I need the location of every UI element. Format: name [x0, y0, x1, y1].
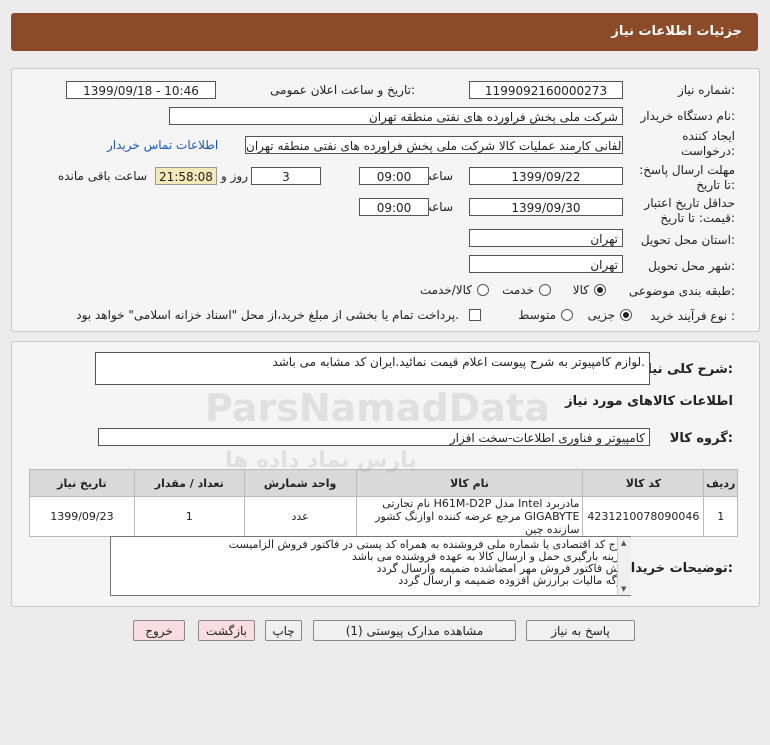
- category-radio-service[interactable]: [539, 284, 551, 296]
- category-option-both: کالا/خدمت: [419, 283, 472, 297]
- category-label: طبقه بندی موضوعی:: [628, 284, 735, 298]
- buyer-org-label: نام دستگاه خریدار:: [640, 109, 736, 123]
- province-label: استان محل تحویل:: [640, 233, 735, 247]
- note-line: برگه مالیات برارزش افزوده ضمیمه و ارسال …: [398, 574, 626, 587]
- col-name: نام کالا: [355, 469, 584, 497]
- announce-field: 1399/09/18 - 10:46: [66, 81, 216, 99]
- summary-label: شرح کلی نیاز:: [639, 362, 733, 377]
- announce-label: تاریخ و ساعت اعلان عمومی:: [270, 83, 415, 97]
- col-qty: تعداد / مقدار: [133, 469, 245, 497]
- table-row[interactable]: 1 4231210078090046 مادربرد Intel مدل H61…: [29, 496, 738, 537]
- table-header-row: ردیف کد کالا نام کالا واحد شمارش تعداد /…: [29, 469, 738, 497]
- cell-unit: عدد: [243, 496, 357, 537]
- category-option-goods: کالا: [572, 283, 589, 297]
- treasury-payment-note: پرداخت تمام یا بخشی از مبلغ خرید،از محل …: [76, 308, 459, 322]
- remaining-label: ساعت باقی مانده: [57, 169, 147, 183]
- buyer-notes-box[interactable]: درج کد اقتصادی یا شماره ملی فروشنده به ه…: [110, 536, 631, 596]
- province-field: تهران: [469, 229, 623, 247]
- need-details-panel: شماره نیاز: 1199092160000273 تاریخ و ساع…: [11, 68, 760, 332]
- validity-label: حداقل تاریخ اعتبار قیمت: تا تاریخ:: [644, 196, 735, 225]
- city-label: شهر محل تحویل:: [648, 259, 735, 273]
- deadline-date-field: 1399/09/22: [469, 167, 623, 185]
- page-header: جزئیات اطلاعات نیاز: [11, 13, 758, 51]
- deadline-time-field: 09:00: [359, 167, 429, 185]
- exit-button[interactable]: خروج: [133, 620, 185, 641]
- process-radio-minor[interactable]: [620, 309, 632, 321]
- buyer-org-field: شرکت ملی پخش فراورده های نفتی منطقه تهرا…: [169, 107, 623, 125]
- reply-button[interactable]: پاسخ به نیاز: [526, 620, 635, 641]
- cell-row: 1: [703, 496, 738, 537]
- print-button[interactable]: چاپ: [265, 620, 302, 641]
- validity-time-field: 09:00: [359, 198, 429, 216]
- cell-name: مادربرد Intel مدل H61M-D2P نام تجارتی GI…: [355, 496, 584, 537]
- creator-field: مهدی دلفانی کارمند عملیات کالا شرکت ملی …: [245, 136, 623, 154]
- day-label: روز و: [221, 169, 248, 183]
- process-radio-medium[interactable]: [561, 309, 573, 321]
- category-radio-both[interactable]: [477, 284, 489, 296]
- cell-code: 4231210078090046: [582, 496, 705, 537]
- col-row: ردیف: [703, 469, 738, 497]
- deadline-label: مهلت ارسال پاسخ: تا تاریخ:: [639, 163, 735, 192]
- cell-date: 1399/09/23: [29, 496, 135, 537]
- notes-scrollbar[interactable]: ▲ ▼: [617, 537, 631, 595]
- process-option-minor: جزیی: [587, 308, 615, 322]
- goods-group-label: گروه کالا:: [669, 431, 733, 446]
- process-option-medium: متوسط: [518, 308, 556, 322]
- col-date: تاریخ نیاز: [29, 469, 135, 497]
- category-radio-goods[interactable]: [594, 284, 606, 296]
- validity-date-field: 1399/09/30: [469, 198, 623, 216]
- page-title: جزئیات اطلاعات نیاز: [611, 24, 742, 39]
- buyer-notes-label: توضیحات خریدار:: [623, 561, 733, 576]
- category-option-service: خدمت: [502, 283, 534, 297]
- city-field: تهران: [469, 255, 623, 273]
- creator-label: ایجاد کننده درخواست:: [681, 129, 735, 158]
- col-code: کد کالا: [582, 469, 705, 497]
- cell-qty: 1: [133, 496, 245, 537]
- treasury-payment-checkbox[interactable]: [469, 309, 481, 321]
- process-label: نوع فرآیند خرید :: [650, 309, 735, 323]
- goods-info-title: اطلاعات کالاهای مورد نیاز: [565, 394, 733, 409]
- days-field: 3: [251, 167, 321, 185]
- col-unit: واحد شمارش: [243, 469, 357, 497]
- goods-group-field: کامپیوتر و فناوری اطلاعات-سخت افزار: [98, 428, 650, 446]
- scroll-up-icon[interactable]: ▲: [621, 539, 626, 547]
- goods-table: ردیف کد کالا نام کالا واحد شمارش تعداد /…: [29, 469, 738, 537]
- remaining-timer: 21:58:08: [155, 167, 217, 185]
- summary-field: لوازم کامپیوتر به شرح پیوست اعلام قیمت ن…: [95, 352, 650, 385]
- need-number-field: 1199092160000273: [469, 81, 623, 99]
- buyer-contact-link[interactable]: اطلاعات تماس خریدار: [107, 138, 218, 152]
- need-number-label: شماره نیاز:: [677, 83, 735, 97]
- back-button[interactable]: بازگشت: [198, 620, 255, 641]
- scroll-down-icon[interactable]: ▼: [621, 585, 626, 593]
- view-attachments-button[interactable]: مشاهده مدارک پیوستی (1): [313, 620, 516, 641]
